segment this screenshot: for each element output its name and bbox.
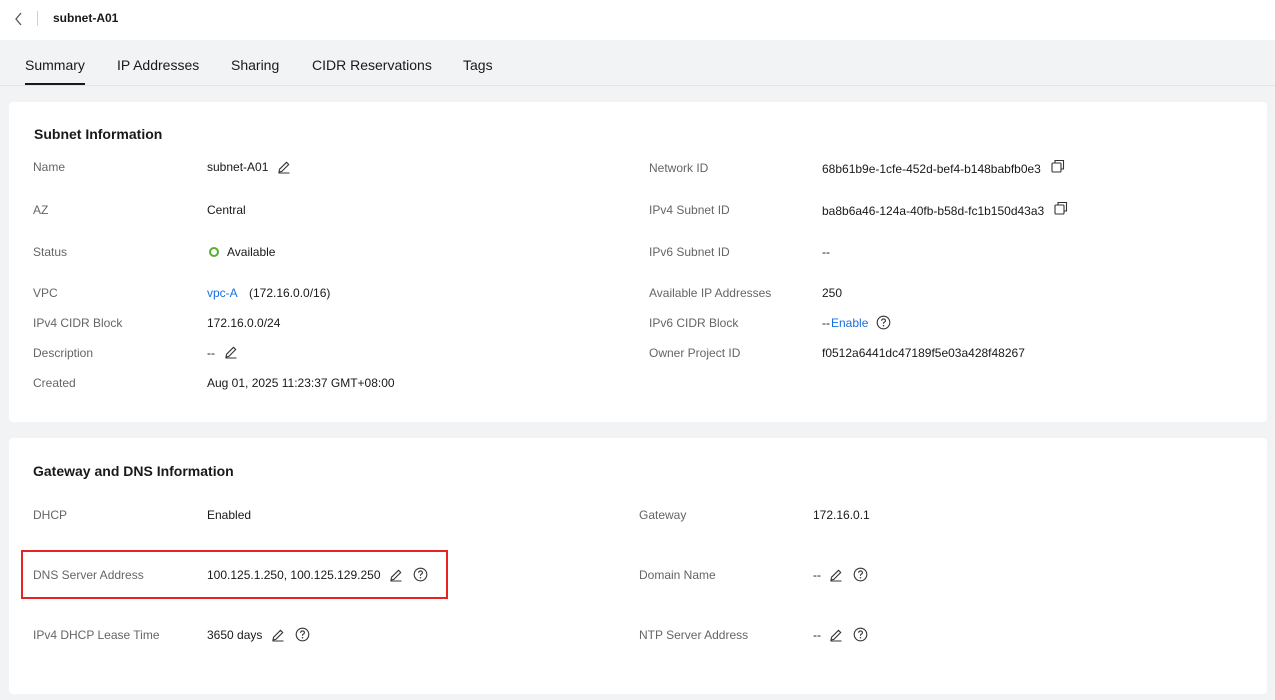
name-label: Name [33,160,66,174]
network-id-value: 68b61b9e-1cfe-452d-bef4-b148babfb0e3 [822,162,1041,176]
network-id-label: Network ID [649,161,709,175]
copy-ipv4-subnet-id-icon[interactable] [1053,200,1069,216]
domain-name-value: -- [813,568,821,582]
description-label: Description [33,346,94,360]
ntp-server-value: -- [813,628,821,642]
page-title: subnet-A01 [53,11,119,25]
tab-summary[interactable]: Summary [25,57,85,73]
ipv6-subnet-id-value: -- [822,245,830,259]
tab-bar: Summary IP Addresses Sharing CIDR Reserv… [0,40,1275,86]
status-value: Available [227,245,276,259]
ntp-server-help-icon[interactable] [853,627,868,642]
description-value: -- [207,346,215,360]
status-available-icon [209,247,219,257]
vpc-cidr: (172.16.0.0/16) [249,286,331,300]
available-ips-value: 250 [822,286,843,300]
ipv6-enable-link[interactable]: Enable [831,316,868,330]
edit-name-icon[interactable] [277,160,291,174]
status-label: Status [33,245,68,259]
created-label: Created [33,376,76,390]
subnet-information-card: Subnet Information [9,102,1267,422]
dns-server-highlight-box [21,550,448,599]
vpc-link[interactable]: vpc-A [207,286,238,300]
ipv6-subnet-id-label: IPv6 Subnet ID [649,245,730,259]
available-ips-label: Available IP Addresses [649,286,772,300]
domain-name-label: Domain Name [639,568,716,582]
lease-time-help-icon[interactable] [295,627,310,642]
owner-project-id-value: f0512a6441dc47189f5e03a428f48267 [822,346,1025,360]
edit-description-icon[interactable] [224,345,238,359]
ipv6-help-icon[interactable] [876,315,891,330]
ipv6-cidr-label: IPv6 CIDR Block [649,316,739,330]
tab-tags[interactable]: Tags [463,57,493,73]
tab-ip-addresses[interactable]: IP Addresses [117,57,199,73]
created-value: Aug 01, 2025 11:23:37 GMT+08:00 [207,376,395,390]
lease-time-value: 3650 days [207,628,263,642]
edit-lease-time-icon[interactable] [271,628,285,642]
ipv4-subnet-id-label: IPv4 Subnet ID [649,203,730,217]
domain-name-help-icon[interactable] [853,567,868,582]
ipv4-cidr-label: IPv4 CIDR Block [33,316,123,330]
lease-time-label: IPv4 DHCP Lease Time [33,628,160,642]
page-header: subnet-A01 [0,0,1275,40]
edit-domain-name-icon[interactable] [829,568,843,582]
copy-network-id-icon[interactable] [1050,158,1066,174]
owner-project-id-label: Owner Project ID [649,346,741,360]
dhcp-label: DHCP [33,508,68,522]
az-value: Central [207,203,246,217]
tab-sharing[interactable]: Sharing [231,57,279,73]
ipv4-subnet-id-value: ba8b6a46-124a-40fb-b58d-fc1b150d43a3 [822,204,1045,218]
az-label: AZ [33,203,49,217]
active-tab-indicator [25,83,85,85]
subnet-information-title: Subnet Information [34,126,163,142]
vpc-label: VPC [33,286,58,300]
dhcp-value: Enabled [207,508,252,522]
gateway-dns-title: Gateway and DNS Information [33,463,234,479]
name-value: subnet-A01 [207,160,269,174]
ipv6-cidr-prefix: -- [822,316,830,330]
tab-cidr-reservations[interactable]: CIDR Reservations [312,57,432,73]
edit-ntp-server-icon[interactable] [829,628,843,642]
back-chevron-icon[interactable] [10,10,28,28]
gateway-label: Gateway [639,508,687,522]
ipv4-cidr-value: 172.16.0.0/24 [207,316,281,330]
ntp-server-label: NTP Server Address [639,628,749,642]
gateway-value: 172.16.0.1 [813,508,870,522]
header-divider [37,11,38,26]
